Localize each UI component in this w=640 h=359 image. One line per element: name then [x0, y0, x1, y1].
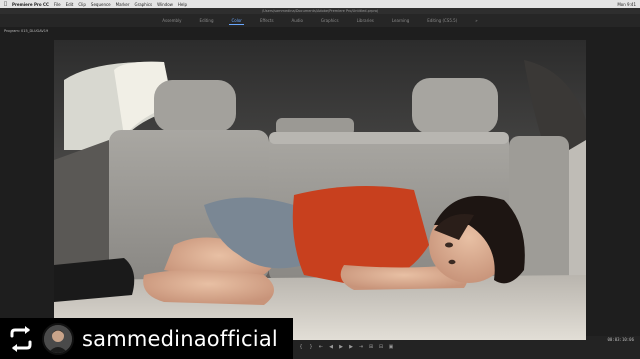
avatar[interactable] — [42, 322, 74, 355]
menu-item-graphics[interactable]: Graphics — [134, 2, 152, 7]
apple-logo-icon[interactable]:  — [4, 1, 7, 7]
menu-item-file[interactable]: File — [54, 2, 61, 7]
transport-controls: { } ⇤ ◀ ▶ ▶ ⇥ ⊞ ⊟ ▣ — [298, 342, 394, 352]
go-to-in-icon[interactable]: ⇤ — [318, 344, 324, 350]
menu-bar:  Premiere Pro CC File Edit Clip Sequenc… — [0, 0, 640, 8]
insert-icon[interactable]: ⊞ — [368, 344, 374, 350]
workspace-tab-color[interactable]: Color — [229, 17, 244, 25]
menu-item-window[interactable]: Window — [157, 2, 173, 7]
program-monitor-header[interactable]: Program: 015_DLUGAV19 — [0, 27, 640, 35]
mark-out-icon[interactable]: } — [308, 344, 314, 350]
workspace-bar: Assembly Editing Color Effects Audio Gra… — [0, 14, 640, 27]
play-icon[interactable]: ▶ — [338, 344, 344, 350]
workspace-tab-assembly[interactable]: Assembly — [160, 17, 183, 24]
playhead-timecode[interactable]: 00:03:10:06 — [608, 337, 635, 342]
go-to-out-icon[interactable]: ⇥ — [358, 344, 364, 350]
menu-item-clip[interactable]: Clip — [78, 2, 86, 7]
workspace-tab-learning[interactable]: Learning — [390, 17, 411, 24]
repost-banner: sammedinaofficial — [0, 318, 293, 359]
workspace-tab-editing[interactable]: Editing — [198, 17, 216, 24]
video-frame-image — [54, 40, 586, 340]
program-monitor: Program: 015_DLUGAV19 — [0, 27, 640, 340]
repost-icon — [10, 325, 32, 352]
mark-in-icon[interactable]: { — [298, 344, 304, 350]
export-frame-icon[interactable]: ▣ — [388, 344, 394, 350]
workspace-overflow-icon[interactable]: » — [473, 17, 479, 24]
menu-item-help[interactable]: Help — [178, 2, 187, 7]
menu-item-marker[interactable]: Marker — [116, 2, 130, 7]
workspace-tab-graphics[interactable]: Graphics — [319, 17, 341, 24]
menu-item-edit[interactable]: Edit — [66, 2, 74, 7]
repost-username[interactable]: sammedinaofficial — [82, 327, 278, 351]
program-monitor-frame[interactable] — [54, 40, 586, 340]
menu-item-sequence[interactable]: Sequence — [91, 2, 111, 7]
menu-app-name[interactable]: Premiere Pro CC — [12, 2, 49, 7]
avatar-image — [44, 324, 72, 353]
app-window: /Users/sammedina/Documents/Adobe/Premier… — [0, 8, 640, 359]
workspace-tab-effects[interactable]: Effects — [258, 17, 276, 24]
workspace-tab-libraries[interactable]: Libraries — [355, 17, 376, 24]
step-forward-icon[interactable]: ▶ — [348, 344, 354, 350]
workspace-tab-editing-cs55[interactable]: Editing (CS5.5) — [425, 17, 459, 24]
overwrite-icon[interactable]: ⊟ — [378, 344, 384, 350]
step-back-icon[interactable]: ◀ — [328, 344, 334, 350]
workspace-tab-audio[interactable]: Audio — [290, 17, 305, 24]
menubar-clock[interactable]: Mon 9:41 — [617, 2, 636, 7]
